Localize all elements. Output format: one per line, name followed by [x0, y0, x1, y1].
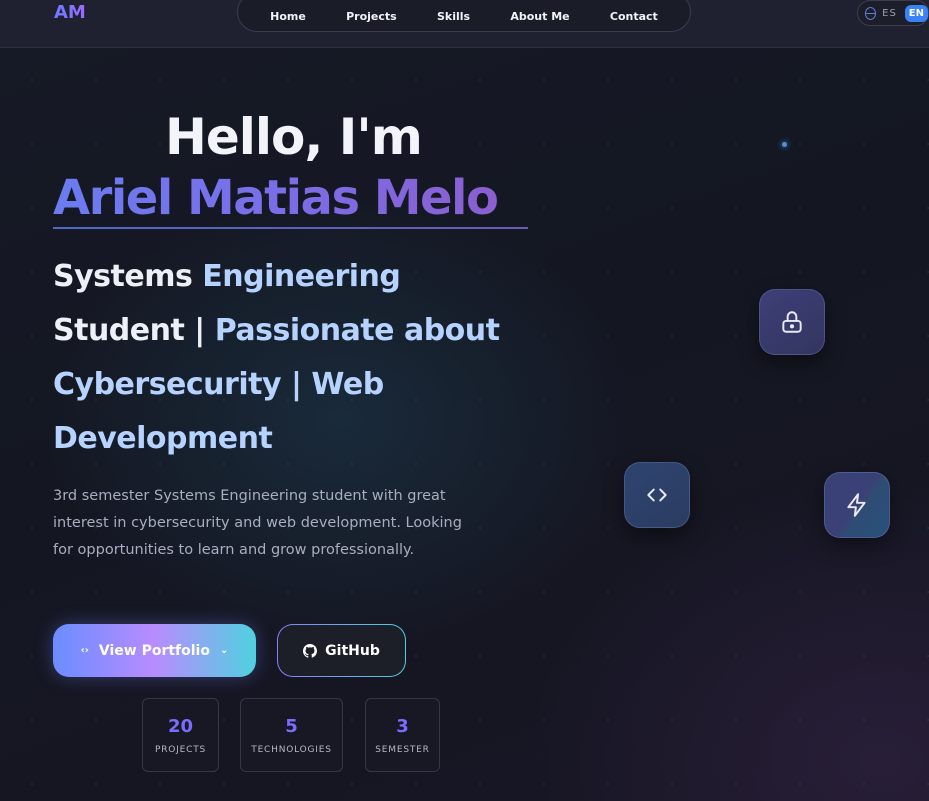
stat-label: PROJECTS: [155, 744, 206, 755]
stat-card-semester: 3 SEMESTER: [365, 698, 440, 772]
code-icon: [647, 488, 667, 502]
code-icon: ‹›: [80, 645, 89, 656]
view-portfolio-label: View Portfolio: [98, 642, 210, 659]
nav-skills[interactable]: Skills: [437, 10, 470, 23]
stat-value: 3: [396, 715, 409, 737]
top-header: AM Home Projects Skills About Me Contact…: [0, 0, 929, 48]
view-portfolio-button[interactable]: ‹› View Portfolio ⌄: [53, 624, 256, 677]
hero-description: 3rd semester Systems Engineering student…: [53, 488, 462, 558]
lock-icon: [782, 311, 802, 333]
subtitle-text: Development: [53, 421, 273, 456]
hero-subtitle: Systems Engineering Student | Passionate…: [53, 250, 523, 466]
subtitle-text: Engineering: [202, 259, 401, 294]
stat-value: 5: [285, 715, 298, 737]
glow-dot: [782, 142, 787, 147]
site-logo[interactable]: AM: [54, 2, 86, 23]
subtitle-text: Cybersecurity |: [53, 367, 302, 402]
hero-name: Ariel Matias Melo: [53, 170, 499, 226]
lang-es-option[interactable]: ES: [882, 8, 897, 19]
stat-value: 20: [167, 715, 194, 737]
subtitle-text: Student |: [53, 313, 205, 348]
lightning-icon: [847, 493, 866, 517]
floating-lightning-card: [824, 472, 890, 538]
subtitle-text: Systems: [53, 259, 193, 294]
globe-icon: [865, 6, 877, 20]
lang-en-option[interactable]: EN: [904, 4, 928, 22]
github-icon: [303, 643, 318, 658]
stat-card-projects: 20 PROJECTS: [142, 698, 219, 772]
floating-code-card: [624, 462, 690, 528]
nav-contact[interactable]: Contact: [610, 10, 658, 23]
floating-lock-card: [759, 289, 825, 355]
stat-label: TECHNOLOGIES: [251, 744, 332, 755]
github-label: GitHub: [325, 642, 380, 659]
chevron-down-icon: ⌄: [219, 645, 229, 656]
name-underline: [53, 227, 528, 229]
greeting: Hello, I'm: [165, 108, 423, 166]
github-button[interactable]: GitHub: [277, 624, 406, 677]
stat-card-technologies: 5 TECHNOLOGIES: [240, 698, 343, 772]
subtitle-text: Passionate about: [214, 313, 500, 348]
main-nav: Home Projects Skills About Me Contact: [237, 0, 691, 32]
language-switcher[interactable]: ES EN: [857, 0, 929, 26]
nav-home[interactable]: Home: [270, 10, 306, 23]
nav-projects[interactable]: Projects: [346, 10, 397, 23]
nav-about[interactable]: About Me: [510, 10, 569, 23]
stat-label: SEMESTER: [375, 744, 430, 755]
subtitle-text: Web: [311, 367, 384, 402]
